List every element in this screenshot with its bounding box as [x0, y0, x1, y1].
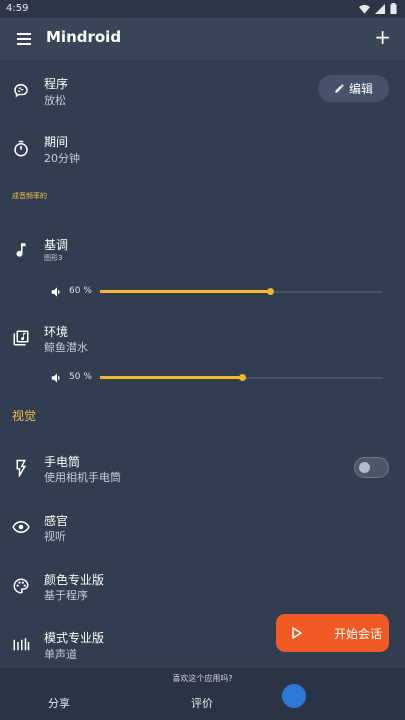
flashlight-row[interactable]: 手电筒 使用相机手电筒: [0, 452, 405, 486]
watermark-logo: [282, 684, 405, 718]
rate-button[interactable]: 评价: [191, 695, 213, 711]
tone-slider-thumb[interactable]: [266, 288, 274, 295]
equalizer-icon: [13, 638, 30, 651]
ambient-value: 鲸鱼潜水: [44, 341, 88, 354]
senses-row[interactable]: 感官 视听: [0, 511, 405, 545]
flashlight-label: 手电筒: [44, 455, 81, 469]
rating-question: 喜欢这个应用吗?: [172, 674, 233, 683]
flashlight-value: 使用相机手电筒: [44, 471, 121, 484]
pattern-pro-label: 模式专业版: [44, 631, 105, 645]
status-time: 4:59: [6, 3, 29, 14]
status-bar: 4:59: [0, 0, 405, 18]
duration-label: 期间: [44, 135, 69, 149]
app-bar: Mindroid +: [0, 18, 405, 60]
tone-slider-fill: [100, 290, 270, 293]
library-music-icon: [13, 330, 29, 346]
battery-icon: [390, 3, 397, 14]
color-pro-row[interactable]: 颜色专业版 基于程序: [0, 570, 405, 604]
hamburger-menu-icon[interactable]: [16, 30, 34, 48]
tone-volume-percent: 60 %: [69, 286, 92, 296]
tone-value: 图形3: [44, 254, 63, 262]
play-icon: [292, 627, 302, 639]
section-title-audio: 成音频率的: [12, 192, 47, 200]
share-button[interactable]: 分享: [48, 695, 70, 711]
toggle-knob: [359, 462, 370, 473]
senses-value: 视听: [44, 530, 66, 543]
volume-icon: [51, 373, 60, 383]
flash-icon: [16, 459, 27, 477]
start-session-label: 开始会话: [334, 627, 383, 641]
plus-icon: +: [374, 25, 391, 49]
edit-button-label: 编辑: [348, 82, 373, 96]
color-pro-value: 基于程序: [44, 589, 88, 602]
volume-icon: [51, 287, 60, 297]
ambient-slider-thumb[interactable]: [238, 374, 246, 381]
section-title-visual: 视觉: [12, 409, 37, 423]
tone-row[interactable]: 基调 图形3: [0, 236, 405, 266]
watermark-circle: [282, 684, 306, 708]
color-pro-label: 颜色专业版: [44, 573, 105, 587]
ambient-label: 环境: [44, 325, 69, 339]
tone-volume-slider[interactable]: 60 %: [0, 283, 405, 301]
senses-label: 感官: [44, 514, 69, 528]
wifi-icon: [359, 4, 370, 14]
cellular-icon: [375, 3, 385, 14]
tone-label: 基调: [44, 238, 69, 252]
app-title: Mindroid: [46, 28, 122, 46]
ambient-row[interactable]: 环境 鲸鱼潜水: [0, 322, 405, 356]
eye-icon: [12, 520, 30, 534]
ambient-volume-slider[interactable]: 50 %: [0, 369, 405, 387]
duration-row[interactable]: 期间 20分钟: [0, 132, 405, 172]
program-label: 程序: [44, 77, 69, 91]
program-value: 放松: [44, 94, 66, 107]
start-session-button[interactable]: 开始会话: [276, 614, 389, 652]
status-icons: [359, 3, 397, 14]
pattern-pro-value: 单声道: [44, 648, 77, 661]
brain-icon: [14, 83, 28, 98]
music-note-icon: [16, 243, 26, 257]
flashlight-toggle[interactable]: [354, 457, 389, 478]
duration-value: 20分钟: [44, 152, 80, 165]
add-button[interactable]: +: [374, 27, 391, 47]
palette-icon: [13, 578, 29, 594]
ambient-volume-percent: 50 %: [69, 372, 92, 382]
timer-icon: [14, 140, 28, 157]
ambient-slider-fill: [100, 376, 242, 379]
edit-button[interactable]: 编辑: [318, 75, 389, 102]
pencil-icon: [335, 84, 344, 93]
